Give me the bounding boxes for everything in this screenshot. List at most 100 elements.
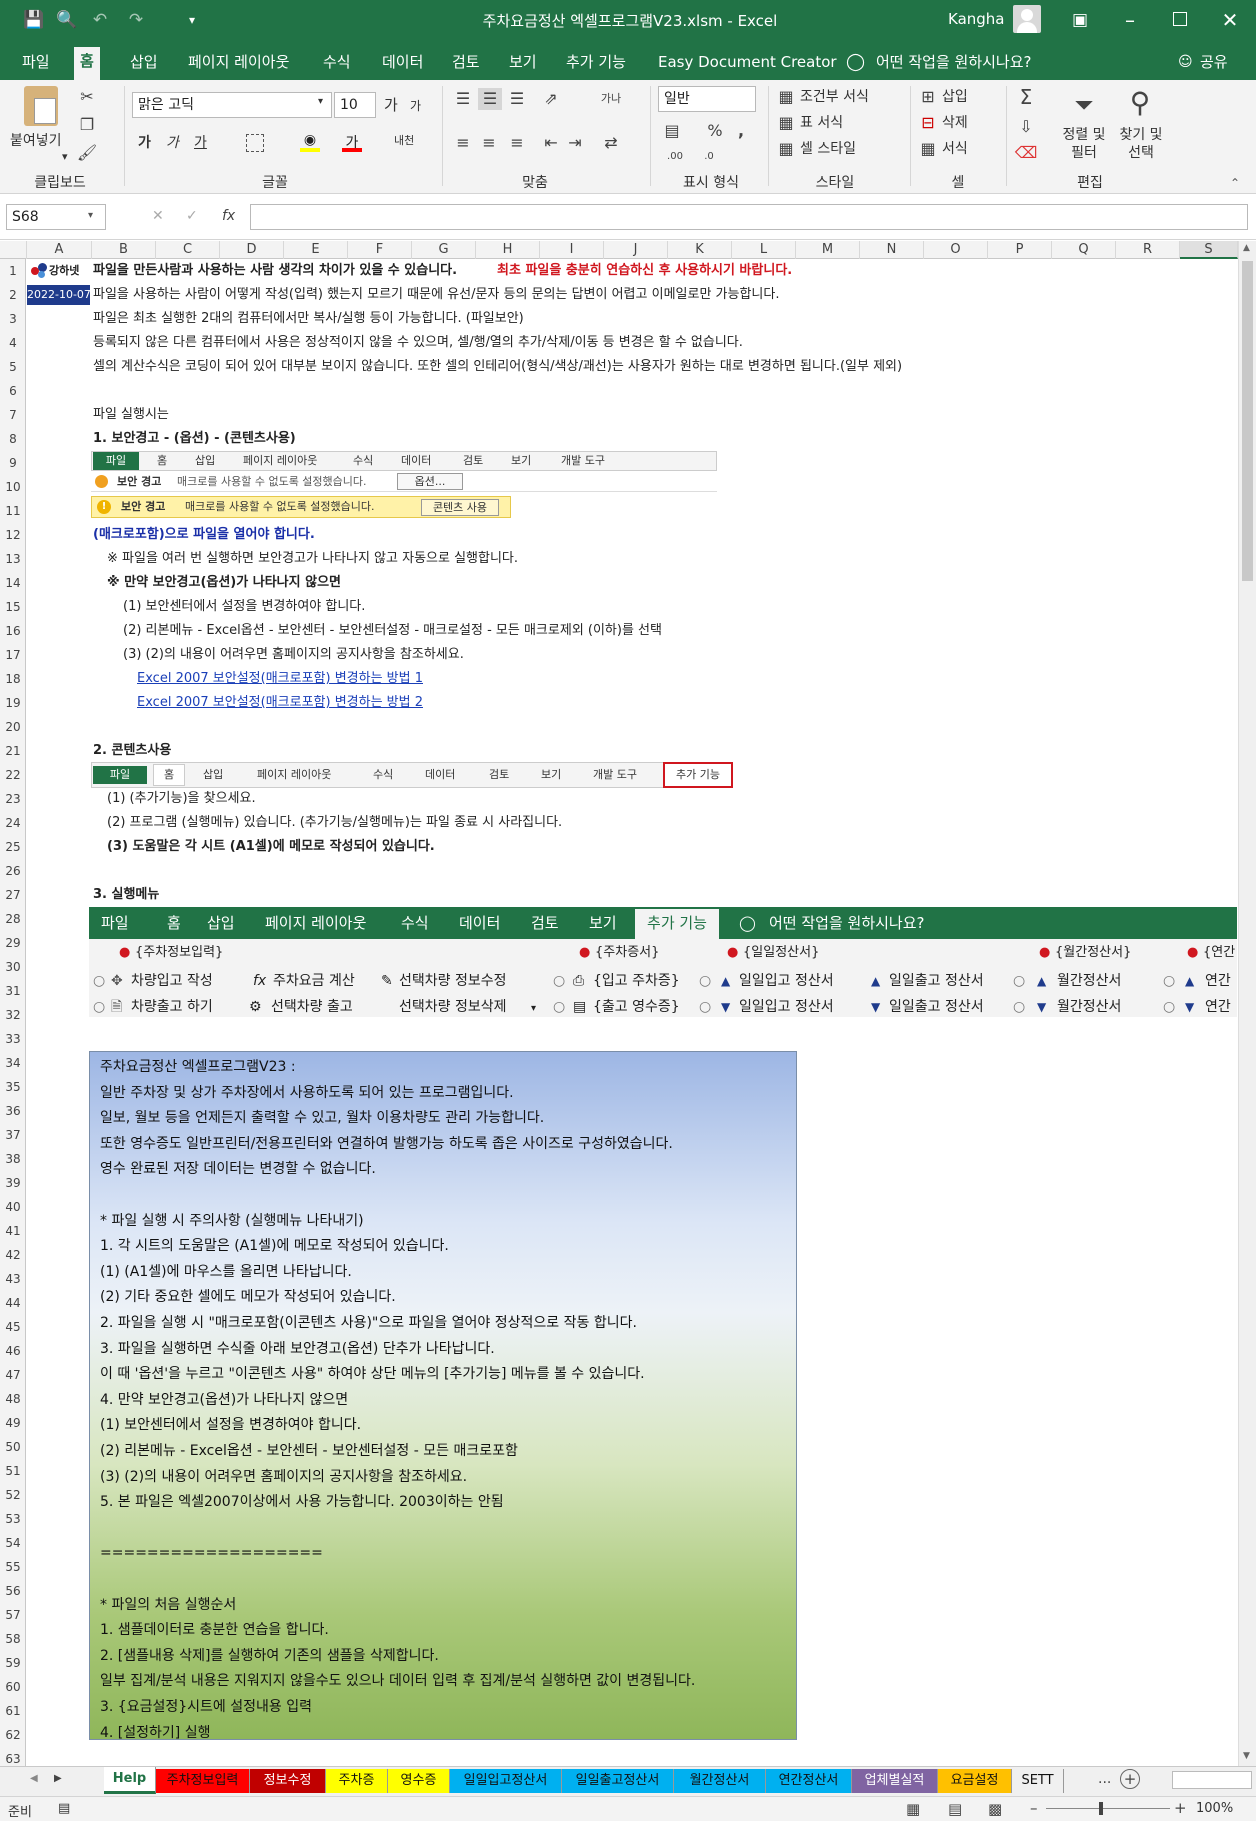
enter-icon[interactable]: ✓ (186, 208, 198, 224)
row-header[interactable]: 19 (0, 691, 26, 715)
row-header[interactable]: 25 (0, 835, 26, 859)
row-header[interactable]: 15 (0, 595, 26, 619)
align-center-icon[interactable]: ≡ (478, 132, 500, 154)
align-top-icon[interactable]: ☰ (452, 88, 474, 110)
row-header[interactable]: 7 (0, 403, 26, 427)
row-header[interactable]: 50 (0, 1435, 26, 1459)
row-header[interactable]: 48 (0, 1387, 26, 1411)
cell-style-icon[interactable]: ▦ (776, 138, 796, 160)
row-header[interactable]: 32 (0, 1003, 26, 1027)
row-header[interactable]: 10 (0, 475, 26, 499)
row-header[interactable]: 56 (0, 1579, 26, 1603)
decrease-indent-icon[interactable]: ⇤ (540, 132, 562, 154)
row-header[interactable]: 29 (0, 931, 26, 955)
row-header[interactable]: 30 (0, 955, 26, 979)
percent-icon[interactable]: % (704, 120, 726, 142)
close-icon[interactable]: ✕ (1218, 8, 1242, 32)
tab-easy-document-creator[interactable]: Easy Document Creator (652, 48, 843, 76)
merge-center-icon[interactable]: ⇄ (600, 132, 622, 154)
row-header[interactable]: 3 (0, 307, 26, 331)
sheet-tab[interactable]: 주차증 (326, 1769, 388, 1793)
orientation-icon[interactable]: ⇗ (540, 88, 562, 110)
column-header[interactable]: A (27, 241, 92, 259)
column-header-selected[interactable]: S (1180, 241, 1238, 259)
normal-view-icon[interactable]: ▦ (906, 1800, 920, 1818)
column-header[interactable]: N (860, 241, 924, 259)
column-header[interactable]: E (284, 241, 348, 259)
sheet-tab[interactable]: 연간정산서 (766, 1769, 852, 1793)
row-header[interactable]: 31 (0, 979, 26, 1003)
row-header[interactable]: 41 (0, 1219, 26, 1243)
horizontal-scrollbar[interactable] (1172, 1771, 1252, 1789)
scroll-up-icon[interactable]: ▲ (1243, 243, 1250, 253)
fill-color-icon[interactable]: ◉ (300, 132, 320, 152)
sheet-tab[interactable]: 주차정보입력 (156, 1769, 250, 1793)
avatar[interactable] (1013, 5, 1041, 33)
row-header[interactable]: 24 (0, 811, 26, 835)
insert-cells-icon[interactable]: ⊞ (918, 86, 938, 108)
format-cells-icon[interactable]: ▦ (918, 138, 938, 160)
vertical-scrollbar[interactable]: ▲ ▼ (1238, 241, 1256, 1766)
comma-style-icon[interactable]: , (730, 120, 752, 142)
sort-filter-button[interactable]: 정렬 및 필터 (1056, 126, 1112, 162)
row-header[interactable]: 8 (0, 427, 26, 451)
column-header[interactable]: C (156, 241, 220, 259)
row-header[interactable]: 33 (0, 1027, 26, 1051)
row-header[interactable]: 16 (0, 619, 26, 643)
row-header[interactable]: 46 (0, 1339, 26, 1363)
column-header[interactable]: Q (1052, 241, 1116, 259)
tab-view[interactable]: 보기 (503, 48, 543, 76)
sheet-tab[interactable]: 요금설정 (938, 1769, 1012, 1793)
column-header[interactable]: K (668, 241, 732, 259)
row-header[interactable]: 44 (0, 1291, 26, 1315)
sort-filter-icon[interactable]: ⏷ (1066, 90, 1102, 120)
insert-function-icon[interactable]: fx (222, 208, 235, 224)
scroll-thumb[interactable] (1242, 261, 1253, 581)
sheet-tab[interactable]: SETT (1012, 1769, 1064, 1793)
shrink-font-icon[interactable]: 가 (410, 97, 421, 114)
row-header[interactable]: 21 (0, 739, 26, 763)
row-header[interactable]: 6 (0, 379, 26, 403)
row-header[interactable]: 39 (0, 1171, 26, 1195)
copy-icon[interactable]: ❐ (76, 114, 98, 136)
customize-qat-icon[interactable]: ▾ (180, 8, 204, 32)
row-header[interactable]: 38 (0, 1147, 26, 1171)
new-sheet-icon[interactable]: + (1120, 1769, 1140, 1789)
tab-scroll-left-icon[interactable]: ◀ (30, 1773, 38, 1784)
select-all-corner[interactable] (0, 241, 27, 259)
redo-icon[interactable]: ↷ (124, 8, 148, 32)
italic-icon[interactable]: 가 (166, 132, 179, 152)
row-header[interactable]: 5 (0, 355, 26, 379)
row-header[interactable]: 23 (0, 787, 26, 811)
zoom-out-icon[interactable]: – (1030, 1799, 1038, 1817)
sheet-tab[interactable]: 월간정산서 (674, 1769, 766, 1793)
align-right-icon[interactable]: ≡ (506, 132, 528, 154)
column-header[interactable]: B (92, 241, 156, 259)
font-name-select[interactable]: 맑은 고딕 (132, 92, 332, 118)
font-size-select[interactable]: 10 (334, 92, 376, 118)
worksheet-grid[interactable]: 강하넷 파일을 만든사람과 사용하는 사람 생각의 차이가 있을 수 있습니다.… (27, 259, 1237, 1766)
row-header[interactable]: 26 (0, 859, 26, 883)
delete-cells-button[interactable]: 삭제 (942, 112, 968, 132)
column-header[interactable]: G (412, 241, 476, 259)
row-header[interactable]: 20 (0, 715, 26, 739)
column-header[interactable]: F (348, 241, 412, 259)
row-header[interactable]: 22 (0, 763, 26, 787)
row-header[interactable]: 47 (0, 1363, 26, 1387)
border-icon[interactable] (246, 134, 264, 152)
grow-font-icon[interactable]: 가 (384, 94, 398, 115)
phonetic-icon[interactable]: 내천 (394, 132, 414, 148)
wrap-text-icon[interactable]: 가나 (600, 88, 622, 110)
clear-icon[interactable]: ⌫ (1014, 142, 1038, 164)
row-header[interactable]: 18 (0, 667, 26, 691)
save-icon[interactable]: 💾 (22, 8, 46, 32)
name-box-dropdown-icon[interactable]: ▾ (88, 210, 93, 221)
tab-data[interactable]: 데이터 (376, 48, 429, 76)
row-header[interactable]: 2 (0, 283, 26, 307)
increase-indent-icon[interactable]: ⇥ (564, 132, 586, 154)
ribbon-display-icon[interactable]: ▣ (1068, 8, 1092, 32)
row-header[interactable]: 11 (0, 499, 26, 523)
cell-style-button[interactable]: 셀 스타일 (800, 138, 856, 158)
conditional-format-icon[interactable]: ▦ (776, 86, 796, 108)
underline-icon[interactable]: 가 (194, 132, 207, 152)
